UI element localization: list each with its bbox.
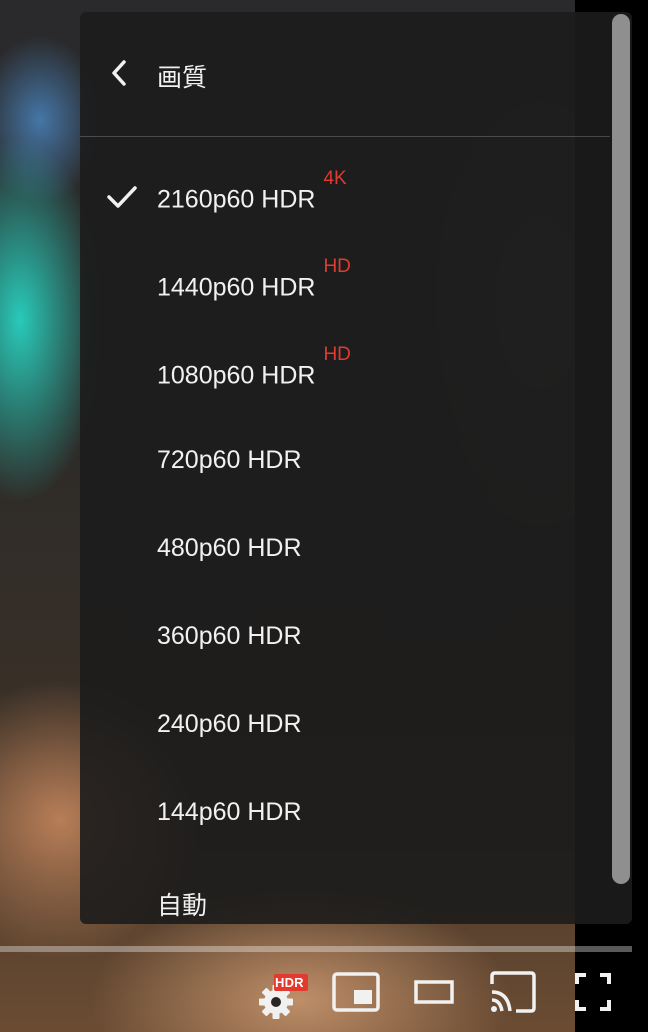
quality-label: 360p60 HDR bbox=[157, 622, 302, 650]
quality-label: 144p60 HDR bbox=[157, 798, 302, 826]
quality-option-1080p60[interactable]: 1080p60 HDRHD bbox=[80, 330, 610, 418]
back-button[interactable] bbox=[106, 56, 136, 90]
checkmark-icon bbox=[107, 186, 137, 208]
miniplayer-button[interactable] bbox=[332, 972, 380, 1014]
quality-label: 自動 bbox=[157, 892, 208, 920]
cast-icon bbox=[490, 971, 536, 1013]
cast-button[interactable] bbox=[488, 970, 538, 1014]
quality-option-1440p60[interactable]: 1440p60 HDRHD bbox=[80, 242, 610, 330]
player-controls: HDR bbox=[0, 960, 648, 1032]
quality-badge: 4K bbox=[323, 168, 347, 189]
quality-label: 1080p60 HDRHD bbox=[157, 344, 351, 390]
video-progress-bar[interactable] bbox=[0, 946, 632, 952]
quality-label: 720p60 HDR bbox=[157, 446, 302, 474]
quality-menu: 画質 2160p60 HDR4K 1440p60 HDRHD 1080p60 H… bbox=[80, 12, 632, 924]
menu-scrollbar-thumb[interactable] bbox=[612, 14, 630, 884]
quality-option-auto[interactable]: 自動 bbox=[80, 858, 610, 924]
quality-label: 1440p60 HDRHD bbox=[157, 256, 351, 302]
hdr-badge: HDR bbox=[275, 975, 304, 990]
quality-option-480p60[interactable]: 480p60 HDR bbox=[80, 506, 610, 594]
fullscreen-button[interactable] bbox=[574, 972, 612, 1012]
quality-option-144p60[interactable]: 144p60 HDR bbox=[80, 770, 610, 858]
menu-header: 画質 bbox=[80, 12, 610, 137]
quality-badge: HD bbox=[323, 256, 351, 277]
theater-mode-button[interactable] bbox=[414, 978, 454, 1008]
fullscreen-icon bbox=[575, 973, 611, 1011]
quality-label: 2160p60 HDR4K bbox=[157, 168, 347, 214]
theater-mode-icon bbox=[414, 980, 454, 1004]
quality-label: 480p60 HDR bbox=[157, 534, 302, 562]
quality-list: 2160p60 HDR4K 1440p60 HDRHD 1080p60 HDRH… bbox=[80, 154, 610, 924]
quality-option-2160p60[interactable]: 2160p60 HDR4K bbox=[80, 154, 610, 242]
quality-label: 240p60 HDR bbox=[157, 710, 302, 738]
menu-title: 画質 bbox=[157, 64, 208, 92]
quality-option-360p60[interactable]: 360p60 HDR bbox=[80, 594, 610, 682]
quality-option-240p60[interactable]: 240p60 HDR bbox=[80, 682, 610, 770]
quality-option-720p60[interactable]: 720p60 HDR bbox=[80, 418, 610, 506]
miniplayer-icon bbox=[332, 972, 380, 1012]
settings-button[interactable]: HDR bbox=[256, 972, 310, 1022]
quality-badge: HD bbox=[323, 344, 351, 365]
chevron-left-icon bbox=[112, 60, 126, 86]
